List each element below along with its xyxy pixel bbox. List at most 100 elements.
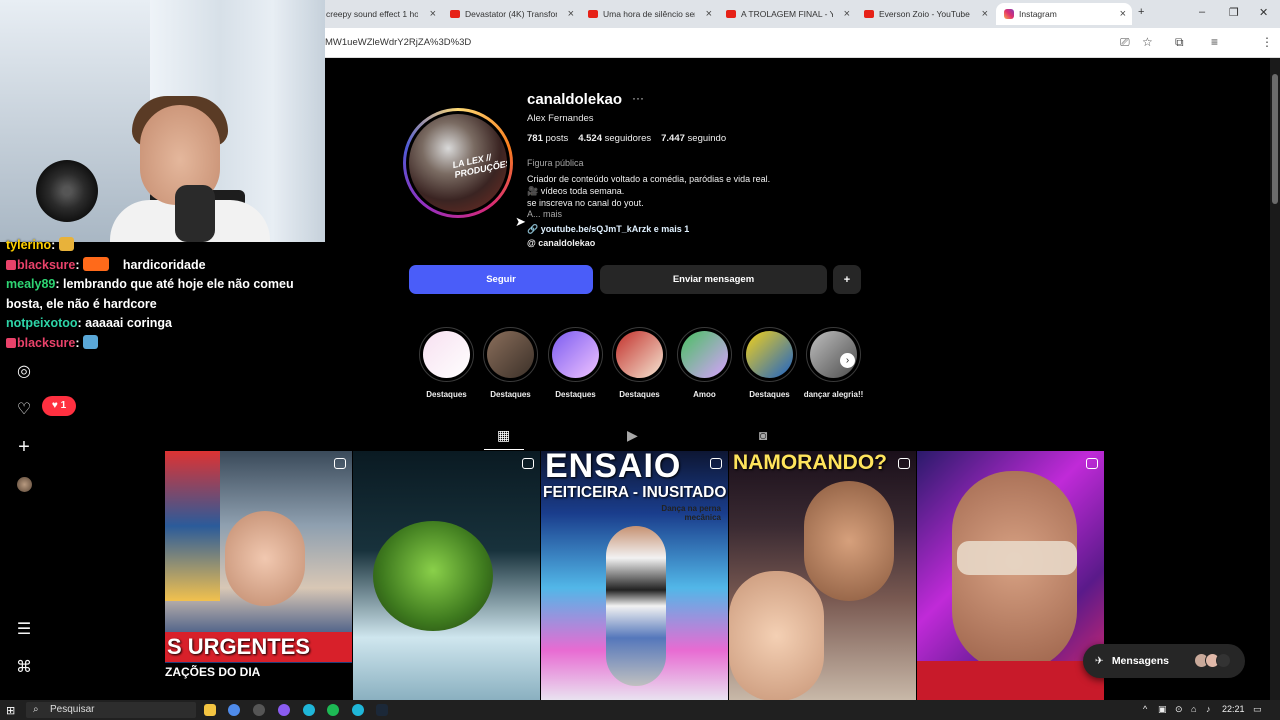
following-stat[interactable]: 7.447 seguindo <box>661 133 726 144</box>
browser-tab-4[interactable]: A TROLAGEM FINAL - You × <box>718 3 856 25</box>
browser-tab-3[interactable]: Uma hora de silêncio sem × <box>580 3 718 25</box>
profile-category: Figura pública <box>527 158 584 168</box>
tray-chevron-icon[interactable]: ^ <box>1143 704 1147 714</box>
highlight-item[interactable]: Destaques <box>419 327 474 399</box>
tab-close-icon[interactable]: × <box>568 8 574 20</box>
network-icon[interactable]: ⌂ <box>1191 704 1196 714</box>
tray-app-icon[interactable]: ▣ <box>1158 704 1167 715</box>
badge-icon <box>6 337 16 348</box>
profile-avatar-image: LA LEX // PRODUÇÕES <box>409 114 507 212</box>
steam-icon[interactable] <box>376 704 388 716</box>
messages-label: Mensagens <box>1111 655 1169 667</box>
app-icon[interactable] <box>253 704 265 716</box>
taskbar-clock[interactable]: 22:21 <box>1222 704 1245 714</box>
youtube-icon <box>450 10 460 18</box>
tab-close-icon[interactable]: × <box>844 8 850 20</box>
post-thumbnail[interactable]: ENSAIO FEITICEIRA - INUSITADO Dança na p… <box>541 451 728 700</box>
scrollbar-thumb[interactable] <box>1272 74 1278 204</box>
highlight-item[interactable]: Destaques <box>742 327 797 399</box>
profile-options-icon[interactable]: ··· <box>632 91 644 105</box>
chevron-right-icon[interactable]: › <box>840 353 855 368</box>
heart-icon[interactable]: ♡ <box>14 400 34 420</box>
highlight-item[interactable]: Destaques <box>612 327 667 399</box>
app-icon[interactable] <box>303 704 315 716</box>
chat-message: tylerino: <box>6 236 326 256</box>
highlight-ring <box>742 327 797 382</box>
post-caption: S URGENTES <box>165 632 352 662</box>
browser-tab-instagram[interactable]: Instagram × <box>996 3 1132 25</box>
url-field[interactable]: MW1ueWZleWdrY2RjZA%3D%3D <box>325 37 471 48</box>
follow-button[interactable]: Seguir <box>409 265 593 294</box>
new-tab-button[interactable]: + <box>1138 6 1144 18</box>
highlight-label: dançar alegria!! <box>803 390 864 399</box>
post-thumbnail[interactable] <box>353 451 540 700</box>
profile-stats: 781 posts 4.524 seguidores 7.447 seguind… <box>527 133 726 144</box>
profile-full-name: Alex Fernandes <box>527 113 594 124</box>
obs-icon[interactable] <box>278 704 290 716</box>
highlight-item[interactable]: Amoo <box>677 327 732 399</box>
reel-icon <box>710 458 722 469</box>
chrome-icon[interactable] <box>228 704 240 716</box>
tab-close-icon[interactable]: × <box>1120 8 1126 20</box>
posts-stat: 781 posts <box>527 133 568 144</box>
threads-icon: @ <box>527 238 539 248</box>
bookmark-star-icon[interactable]: ☆ <box>1142 35 1153 49</box>
tray-app-icon[interactable]: ⊙ <box>1175 704 1183 715</box>
youtube-icon <box>588 10 598 18</box>
browser-menu-icon[interactable]: ⋮ <box>1261 35 1273 49</box>
menu-icon[interactable]: ☰ <box>14 620 34 640</box>
post-thumbnail[interactable]: NAMORANDO? <box>729 451 916 700</box>
page-scrollbar[interactable] <box>1270 58 1280 700</box>
taskbar-search-input[interactable]: ⌕ Pesquisar <box>26 702 196 718</box>
bio-more-link[interactable]: A... mais <box>527 209 562 219</box>
extensions-icon[interactable]: ⧉ <box>1175 35 1184 50</box>
tab-close-icon[interactable]: × <box>982 8 988 20</box>
volume-icon[interactable]: ♪ <box>1206 704 1211 714</box>
tab-tagged-icon[interactable]: ◙ <box>759 427 767 443</box>
highlight-item[interactable]: Destaques <box>483 327 538 399</box>
post-caption-sub: Dança na perna mecânica <box>661 504 721 522</box>
post-person <box>225 511 305 606</box>
profile-icon[interactable] <box>17 477 32 492</box>
windows-start-icon[interactable]: ⊞ <box>6 704 15 717</box>
followers-stat[interactable]: 4.524 seguidores <box>578 133 651 144</box>
notification-badge[interactable]: ♥ 1 <box>42 396 76 416</box>
explore-icon[interactable]: ◎ <box>14 362 34 382</box>
profile-avatar[interactable]: LA LEX // PRODUÇÕES <box>403 108 513 218</box>
browser-tab-2[interactable]: Devastator (4K) Transform × <box>442 3 580 25</box>
search-icon: ⌕ <box>33 704 39 715</box>
highlight-item[interactable]: Destaques <box>548 327 603 399</box>
tab-title: creepy sound effect 1 hou <box>326 9 418 19</box>
notification-center-icon[interactable]: ▭ <box>1253 704 1262 715</box>
minimize-icon[interactable]: – <box>1199 6 1205 18</box>
browser-tab-5[interactable]: Everson Zoio - YouTube × <box>856 3 994 25</box>
browser-tab-1[interactable]: creepy sound effect 1 hou × <box>318 3 442 25</box>
send-message-button[interactable]: Enviar mensagem <box>600 265 827 294</box>
media-control-icon[interactable]: ≡ <box>1211 35 1218 49</box>
close-window-icon[interactable]: ✕ <box>1259 6 1268 19</box>
app-icon[interactable] <box>352 704 364 716</box>
profile-username: canaldolekao <box>527 91 623 108</box>
threads-icon[interactable]: ⌘ <box>14 658 34 678</box>
spotify-icon[interactable] <box>327 704 339 716</box>
tab-close-icon[interactable]: × <box>706 8 712 20</box>
profile-link[interactable]: 🔗 youtube.be/sQJmT_kArzk e mais 1 <box>527 224 689 235</box>
threads-link[interactable]: @ canaldolekao <box>527 238 595 248</box>
file-explorer-icon[interactable] <box>204 704 216 716</box>
suggested-users-button[interactable]: + <box>833 265 861 294</box>
messages-button[interactable]: ✈ Mensagens <box>1083 644 1245 678</box>
chat-message: mealy89: lembrando que até hoje ele não … <box>6 277 294 311</box>
post-thumbnail[interactable] <box>917 451 1104 700</box>
tab-posts-grid-icon[interactable]: ▦ <box>497 427 510 444</box>
chat-message: notpeixotoo: aaaaai coringa <box>6 316 173 330</box>
tab-close-icon[interactable]: × <box>430 8 436 20</box>
highlight-ring <box>677 327 732 382</box>
youtube-icon <box>864 10 874 18</box>
create-icon[interactable]: + <box>14 437 34 457</box>
heart-icon: ♥ <box>51 400 61 411</box>
post-thumbnail[interactable]: S URGENTES ZAÇÕES DO DIA <box>165 451 352 700</box>
install-app-icon[interactable]: ⎚ <box>1120 35 1130 50</box>
reel-icon <box>1086 458 1098 469</box>
tab-reels-icon[interactable]: ▶ <box>627 427 638 444</box>
restore-icon[interactable]: ❐ <box>1229 6 1239 19</box>
